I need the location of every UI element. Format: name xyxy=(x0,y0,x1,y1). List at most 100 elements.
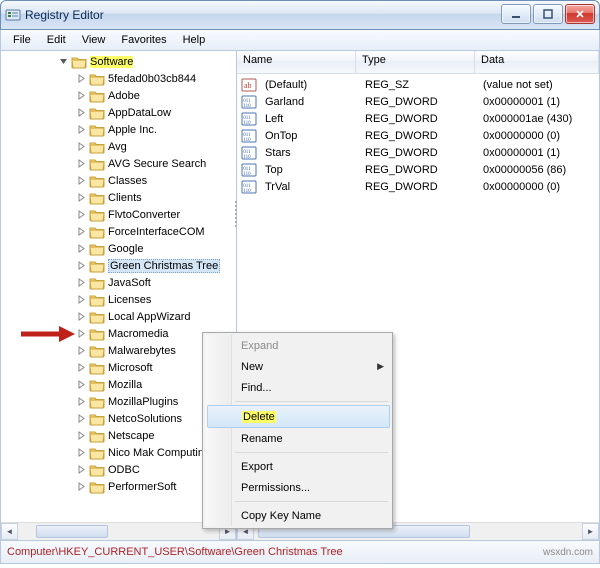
menu-view[interactable]: View xyxy=(74,32,114,48)
maximize-button[interactable] xyxy=(533,4,563,24)
tree-hscrollbar[interactable]: ◄ ► xyxy=(1,522,236,540)
expand-icon[interactable] xyxy=(77,380,86,389)
expand-icon[interactable] xyxy=(77,193,86,202)
tree-node[interactable]: Google xyxy=(1,240,236,257)
value-row[interactable]: ab(Default)REG_SZ(value not set) xyxy=(237,76,599,93)
expand-icon[interactable] xyxy=(77,74,86,83)
tree-node[interactable]: NetcoSolutions xyxy=(1,410,236,427)
minimize-button[interactable] xyxy=(501,4,531,24)
expand-icon[interactable] xyxy=(77,363,86,372)
expand-icon[interactable] xyxy=(77,431,86,440)
tree-node[interactable]: Classes xyxy=(1,172,236,189)
registry-tree[interactable]: Software 5fedad0b03cb844 AdobeAppDataLowAp… xyxy=(1,51,236,497)
expand-icon[interactable] xyxy=(77,448,86,457)
tree-node[interactable]: Clients xyxy=(1,189,236,206)
value-row[interactable]: 011110TrValREG_DWORD0x00000000 (0) xyxy=(237,178,599,195)
cm-separator xyxy=(235,401,388,402)
expand-icon[interactable] xyxy=(77,261,86,270)
tree-node[interactable]: Mozilla xyxy=(1,376,236,393)
cm-copy-key-name[interactable]: Copy Key Name xyxy=(233,505,390,526)
value-type: REG_DWORD xyxy=(359,113,477,125)
tree-node[interactable]: Green Christmas Tree xyxy=(1,257,236,274)
value-row[interactable]: 011110LeftREG_DWORD0x000001ae (430) xyxy=(237,110,599,127)
expand-icon[interactable] xyxy=(77,210,86,219)
expand-icon[interactable] xyxy=(77,125,86,134)
tree-node[interactable]: JavaSoft xyxy=(1,274,236,291)
menu-file[interactable]: File xyxy=(5,32,39,48)
folder-icon xyxy=(89,106,105,120)
cm-expand[interactable]: Expand xyxy=(233,335,390,356)
tree-label: Software xyxy=(90,56,133,68)
tree-label: 5fedad0b03cb844 xyxy=(108,73,196,85)
menu-help[interactable]: Help xyxy=(175,32,214,48)
folder-icon xyxy=(89,395,105,409)
scroll-thumb[interactable] xyxy=(36,525,108,538)
tree-node[interactable]: Local AppWizard xyxy=(1,308,236,325)
tree-node[interactable]: MozillaPlugins xyxy=(1,393,236,410)
expand-icon[interactable] xyxy=(77,108,86,117)
values-list[interactable]: ab(Default)REG_SZ(value not set)011110Ga… xyxy=(237,74,599,197)
tree-node[interactable]: AVG Secure Search xyxy=(1,155,236,172)
tree-node[interactable]: Apple Inc. xyxy=(1,121,236,138)
scroll-right-button[interactable]: ► xyxy=(582,523,599,540)
scroll-left-button[interactable]: ◄ xyxy=(1,523,18,540)
value-row[interactable]: 011110OnTopREG_DWORD0x00000000 (0) xyxy=(237,127,599,144)
expand-icon[interactable] xyxy=(77,295,86,304)
tree-node[interactable]: Microsoft xyxy=(1,359,236,376)
collapse-icon[interactable] xyxy=(59,57,68,66)
expand-icon[interactable] xyxy=(77,91,86,100)
col-type[interactable]: Type xyxy=(356,51,475,73)
expand-icon[interactable] xyxy=(77,312,86,321)
expand-icon[interactable] xyxy=(77,346,86,355)
value-row[interactable]: 011110StarsREG_DWORD0x00000001 (1) xyxy=(237,144,599,161)
tree-node[interactable]: Adobe xyxy=(1,87,236,104)
expand-icon[interactable] xyxy=(77,176,86,185)
expand-icon[interactable] xyxy=(77,465,86,474)
dword-value-icon: 011110 xyxy=(241,162,257,178)
value-row[interactable]: 011110TopREG_DWORD0x00000056 (86) xyxy=(237,161,599,178)
tree-node[interactable]: Avg xyxy=(1,138,236,155)
values-header[interactable]: Name Type Data xyxy=(237,51,599,74)
tree-node[interactable]: ForceInterfaceCOM xyxy=(1,223,236,240)
expand-icon[interactable] xyxy=(77,142,86,151)
tree-node[interactable]: Nico Mak Computing xyxy=(1,444,236,461)
expand-icon[interactable] xyxy=(77,244,86,253)
menu-edit[interactable]: Edit xyxy=(39,32,74,48)
tree-node[interactable]: Netscape xyxy=(1,427,236,444)
expand-icon[interactable] xyxy=(77,414,86,423)
tree-node[interactable]: PerformerSoft xyxy=(1,478,236,495)
expand-icon[interactable] xyxy=(77,482,86,491)
expand-icon[interactable] xyxy=(77,397,86,406)
expand-icon[interactable] xyxy=(77,227,86,236)
cm-export[interactable]: Export xyxy=(233,456,390,477)
expand-icon[interactable] xyxy=(77,159,86,168)
dword-value-icon: 011110 xyxy=(241,111,257,127)
cm-rename[interactable]: Rename xyxy=(233,428,390,449)
col-data[interactable]: Data xyxy=(475,51,599,73)
tree-label: Nico Mak Computing xyxy=(108,447,210,459)
close-button[interactable] xyxy=(565,4,595,24)
tree-node[interactable]: Licenses xyxy=(1,291,236,308)
tree-node[interactable]: ODBC xyxy=(1,461,236,478)
cm-permissions[interactable]: Permissions... xyxy=(233,477,390,498)
value-name: (Default) xyxy=(259,79,359,91)
titlebar[interactable]: Registry Editor xyxy=(0,0,600,30)
context-menu: Expand New▶ Find... Delete Rename Export… xyxy=(202,332,393,529)
menu-favorites[interactable]: Favorites xyxy=(113,32,174,48)
value-row[interactable]: 011110GarlandREG_DWORD0x00000001 (1) xyxy=(237,93,599,110)
tree-node-software[interactable]: Software xyxy=(1,53,236,70)
cm-new[interactable]: New▶ xyxy=(233,356,390,377)
col-name[interactable]: Name xyxy=(237,51,356,73)
cm-find[interactable]: Find... xyxy=(233,377,390,398)
tree-node[interactable]: AppDataLow xyxy=(1,104,236,121)
value-data: 0x00000000 (0) xyxy=(477,130,599,142)
value-type: REG_DWORD xyxy=(359,164,477,176)
tree-label: Netscape xyxy=(108,430,154,442)
tree-label: Clients xyxy=(108,192,142,204)
tree-node[interactable]: FlvtoConverter xyxy=(1,206,236,223)
tree-node[interactable]: 5fedad0b03cb844 xyxy=(1,70,236,87)
scroll-track[interactable] xyxy=(18,523,219,540)
expand-icon[interactable] xyxy=(77,278,86,287)
folder-icon xyxy=(89,123,105,137)
cm-delete[interactable]: Delete xyxy=(207,405,390,428)
